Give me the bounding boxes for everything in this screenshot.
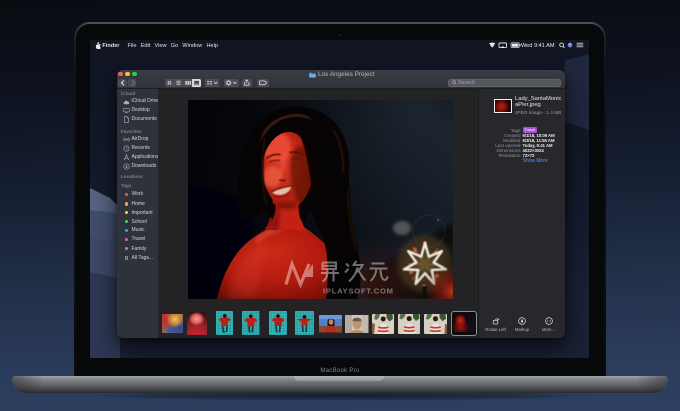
svg-text:IPLAYSOFT.COM: IPLAYSOFT.COM bbox=[323, 287, 394, 296]
